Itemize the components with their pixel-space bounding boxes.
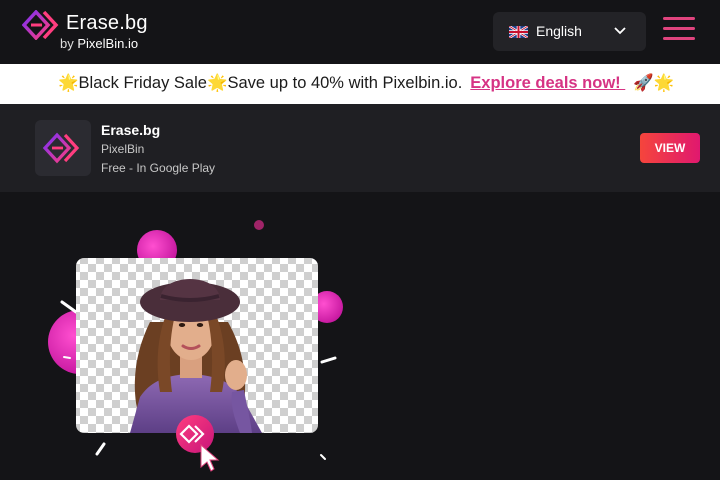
language-selector[interactable]: English (493, 12, 646, 51)
chevron-down-icon (614, 27, 626, 35)
sparkle-stroke (320, 454, 326, 460)
sparkle-stroke (63, 356, 71, 359)
offer-text: Save up to 40% with Pixelbin.io. (227, 74, 463, 92)
star-emoji: 🌟 (206, 74, 228, 92)
app-install-bar: Erase.bg PixelBin Free - In Google Play … (0, 104, 720, 192)
brand-company: PixelBin.io (77, 36, 139, 51)
rocket-star-emojis: 🚀🌟 (633, 74, 675, 92)
sparkle-stroke (320, 356, 337, 364)
cursor-arrow-icon (200, 443, 220, 472)
top-nav: Erase.bg by PixelBin.io English (0, 0, 720, 64)
erasebg-logo-icon (22, 10, 59, 40)
uk-flag-icon (509, 26, 528, 38)
brand-title: Erase.bg (66, 12, 148, 34)
sparkle-stroke (95, 442, 106, 456)
promo-banner-text: 🌟Black Friday Sale🌟Save up to 40% with P… (58, 74, 674, 93)
brand-by: by (60, 36, 74, 51)
sale-text: Black Friday Sale (78, 74, 207, 92)
language-label: English (536, 23, 582, 39)
woman-hand (225, 360, 247, 390)
app-icon[interactable] (35, 120, 91, 176)
app-name: Erase.bg (101, 122, 161, 138)
erasebg-logo-icon (43, 132, 80, 164)
view-app-button[interactable]: VIEW (640, 133, 700, 163)
star-emoji: 🌟 (58, 74, 79, 92)
hamburger-menu-icon[interactable] (663, 17, 695, 41)
explore-deals-link[interactable]: Explore deals now! (470, 74, 625, 92)
app-developer: PixelBin (101, 142, 145, 156)
decor-dot (254, 220, 264, 230)
brand-subtitle: by PixelBin.io (60, 36, 138, 51)
hero-illustration (48, 220, 343, 472)
promo-banner: 🌟Black Friday Sale🌟Save up to 40% with P… (0, 64, 720, 104)
app-price: Free - In Google Play (101, 161, 216, 175)
hero-section (0, 192, 720, 480)
sparkle-stroke (60, 300, 78, 314)
